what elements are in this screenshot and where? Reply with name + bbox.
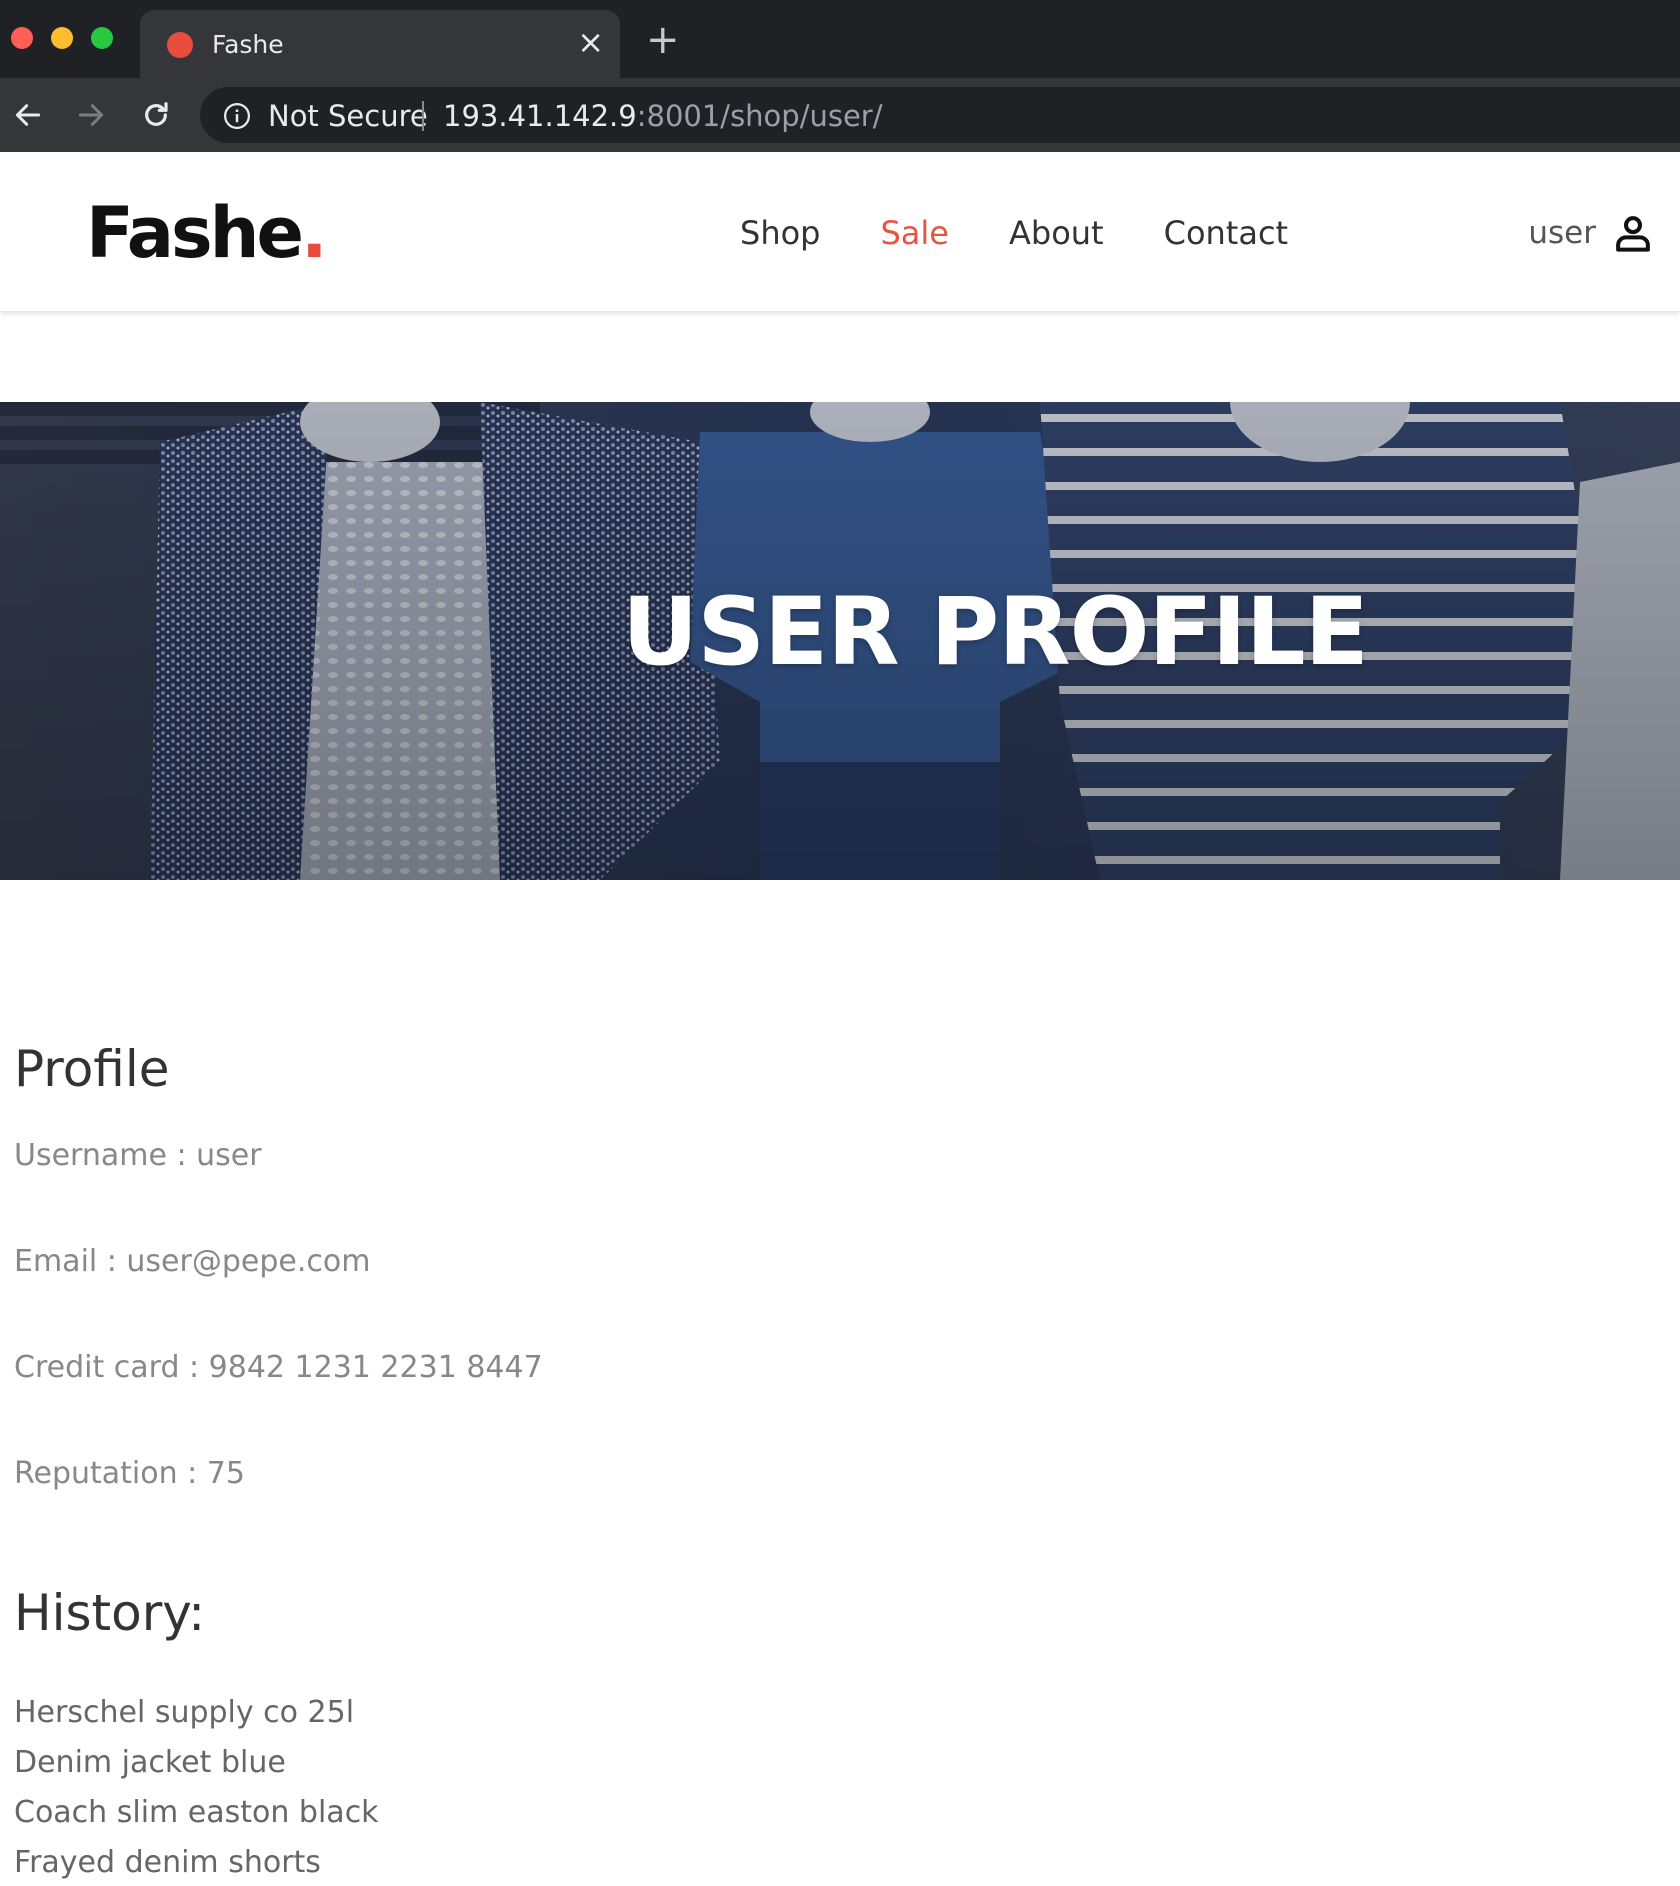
forward-button[interactable] (71, 95, 111, 135)
history-item: Frayed denim shorts (14, 1845, 321, 1880)
profile-heading: Profile (14, 1040, 170, 1098)
reputation-field: Reputation : 75 (14, 1456, 245, 1491)
reload-icon (145, 102, 168, 126)
logo-dot: . (300, 192, 328, 274)
history-item: Coach slim easton black (14, 1795, 379, 1830)
site-header: Fashe. Shop Sale About Contact user (0, 152, 1680, 312)
logo-text: Fashe (86, 192, 304, 274)
user-account-link[interactable]: user (1528, 212, 1654, 254)
browser-tab-bar: Fashe × + (0, 0, 1680, 78)
history-heading: History: (14, 1584, 206, 1642)
credit-card-field: Credit card : 9842 1231 2231 8447 (14, 1350, 543, 1385)
browser-tab[interactable]: Fashe × (140, 10, 620, 78)
history-list: Herschel supply co 25l Denim jacket blue… (14, 1688, 379, 1886)
email-field: Email : user@pepe.com (14, 1244, 371, 1279)
close-window-button[interactable] (11, 27, 33, 49)
main-nav: Shop Sale About Contact (740, 214, 1288, 252)
maximize-window-button[interactable] (91, 27, 113, 49)
url-path: :8001/shop/user/ (636, 99, 883, 133)
browser-toolbar: Not Secure 193.41.142.9:8001/shop/user/ (0, 78, 1680, 152)
favicon-icon (167, 32, 193, 58)
plus-icon[interactable]: + (646, 20, 680, 60)
history-item: Herschel supply co 25l (14, 1695, 355, 1730)
reload-button[interactable] (136, 95, 176, 135)
username-field: Username : user (14, 1138, 262, 1173)
nav-shop-link[interactable]: Shop (740, 214, 820, 252)
back-button[interactable] (8, 95, 48, 135)
address-divider (422, 101, 424, 131)
history-item: Denim jacket blue (14, 1745, 286, 1780)
header-username: user (1528, 215, 1596, 251)
arrow-right-icon (78, 104, 104, 126)
hero-title: USER PROFILE (622, 578, 1369, 687)
tab-title: Fashe (212, 30, 284, 59)
minimize-window-button[interactable] (51, 27, 73, 49)
url-text[interactable]: 193.41.142.9:8001/shop/user/ (443, 99, 883, 133)
info-icon[interactable] (222, 101, 252, 131)
close-icon[interactable]: × (577, 24, 604, 60)
site-logo[interactable]: Fashe. (86, 192, 328, 274)
security-label: Not Secure (268, 99, 428, 133)
nav-contact-link[interactable]: Contact (1164, 214, 1289, 252)
nav-sale-link[interactable]: Sale (880, 214, 949, 252)
hero-banner: USER PROFILE (0, 402, 1680, 880)
url-host: 193.41.142.9 (443, 99, 637, 133)
nav-about-link[interactable]: About (1009, 214, 1104, 252)
arrow-left-icon (15, 104, 41, 126)
address-bar[interactable]: Not Secure 193.41.142.9:8001/shop/user/ (200, 87, 1680, 143)
user-icon (1616, 216, 1650, 252)
